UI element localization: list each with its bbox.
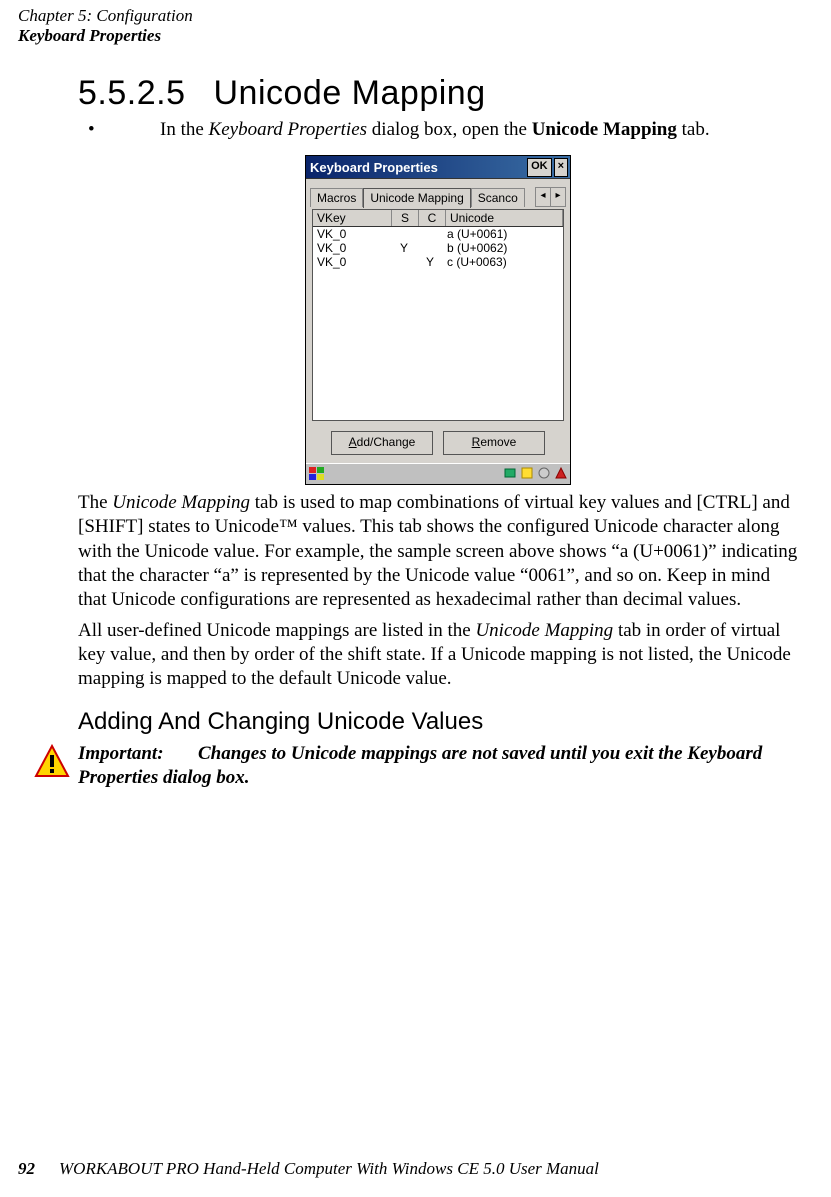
tab-macros[interactable]: Macros <box>310 188 363 207</box>
section-heading: 5.5.2.5 Unicode Mapping <box>78 74 798 113</box>
col-vkey[interactable]: VKey <box>313 210 392 226</box>
paragraph-1: The Unicode Mapping tab is used to map c… <box>78 491 798 613</box>
dialog-tabs: Macros Unicode Mapping Scanco ◂ ▸ <box>306 179 570 207</box>
list-row[interactable]: VK_0 Y b (U+0062) <box>313 241 563 255</box>
important-note: Important:Changes to Unicode mappings ar… <box>34 742 798 791</box>
important-text: Important:Changes to Unicode mappings ar… <box>78 742 798 791</box>
section-line: Keyboard Properties <box>18 26 193 46</box>
ok-button[interactable]: OK <box>527 158 552 177</box>
tab-scroll-arrows[interactable]: ◂ ▸ <box>535 187 566 207</box>
add-change-button[interactable]: Add/Change <box>331 431 433 455</box>
dialog-buttons: Add/Change Remove <box>306 427 570 463</box>
section-number: 5.5.2.5 <box>78 74 185 112</box>
list-row[interactable]: VK_0 Y c (U+0063) <box>313 255 563 269</box>
taskbar <box>306 463 570 484</box>
dialog-title: Keyboard Properties <box>310 160 438 175</box>
remove-button[interactable]: Remove <box>443 431 545 455</box>
page-footer: 92 WORKABOUT PRO Hand-Held Computer With … <box>18 1159 599 1179</box>
list-header: VKey S C Unicode <box>313 210 563 227</box>
col-shift[interactable]: S <box>392 210 419 226</box>
warning-icon <box>34 744 70 780</box>
tab-left-icon[interactable]: ◂ <box>536 188 550 206</box>
col-ctrl[interactable]: C <box>419 210 446 226</box>
tray-icon[interactable] <box>554 466 568 483</box>
list-row[interactable]: VK_0 a (U+0061) <box>313 227 563 241</box>
tray-icon[interactable] <box>520 466 534 483</box>
page-number: 92 <box>18 1159 35 1178</box>
system-tray <box>503 466 568 483</box>
important-label: Important: <box>78 742 198 766</box>
keyboard-properties-dialog: Keyboard Properties OK × Macros Unicode … <box>305 155 571 485</box>
tab-scancode[interactable]: Scanco <box>471 188 525 207</box>
start-icon[interactable] <box>308 466 326 482</box>
sub-heading: Adding And Changing Unicode Values <box>78 708 798 736</box>
footer-text: WORKABOUT PRO Hand-Held Computer With Wi… <box>59 1159 599 1178</box>
tab-unicode-mapping[interactable]: Unicode Mapping <box>363 188 470 208</box>
bullet-dot: • <box>124 119 160 141</box>
instruction-bullet: •In the Keyboard Properties dialog box, … <box>124 119 798 141</box>
dialog-titlebar: Keyboard Properties OK × <box>306 156 570 179</box>
tray-icon[interactable] <box>503 466 517 483</box>
chapter-line: Chapter 5: Configuration <box>18 6 193 26</box>
col-unicode[interactable]: Unicode <box>446 210 563 226</box>
tray-icon[interactable] <box>537 466 551 483</box>
mapping-list: VKey S C Unicode VK_0 a (U+0061) VK_0 Y … <box>312 209 564 421</box>
section-title: Unicode Mapping <box>213 74 485 112</box>
page-content: 5.5.2.5 Unicode Mapping •In the Keyboard … <box>78 74 798 790</box>
tab-right-icon[interactable]: ▸ <box>550 188 565 206</box>
page-header: Chapter 5: Configuration Keyboard Proper… <box>18 6 193 47</box>
paragraph-2: All user-defined Unicode mappings are li… <box>78 619 798 692</box>
close-button[interactable]: × <box>554 158 568 177</box>
